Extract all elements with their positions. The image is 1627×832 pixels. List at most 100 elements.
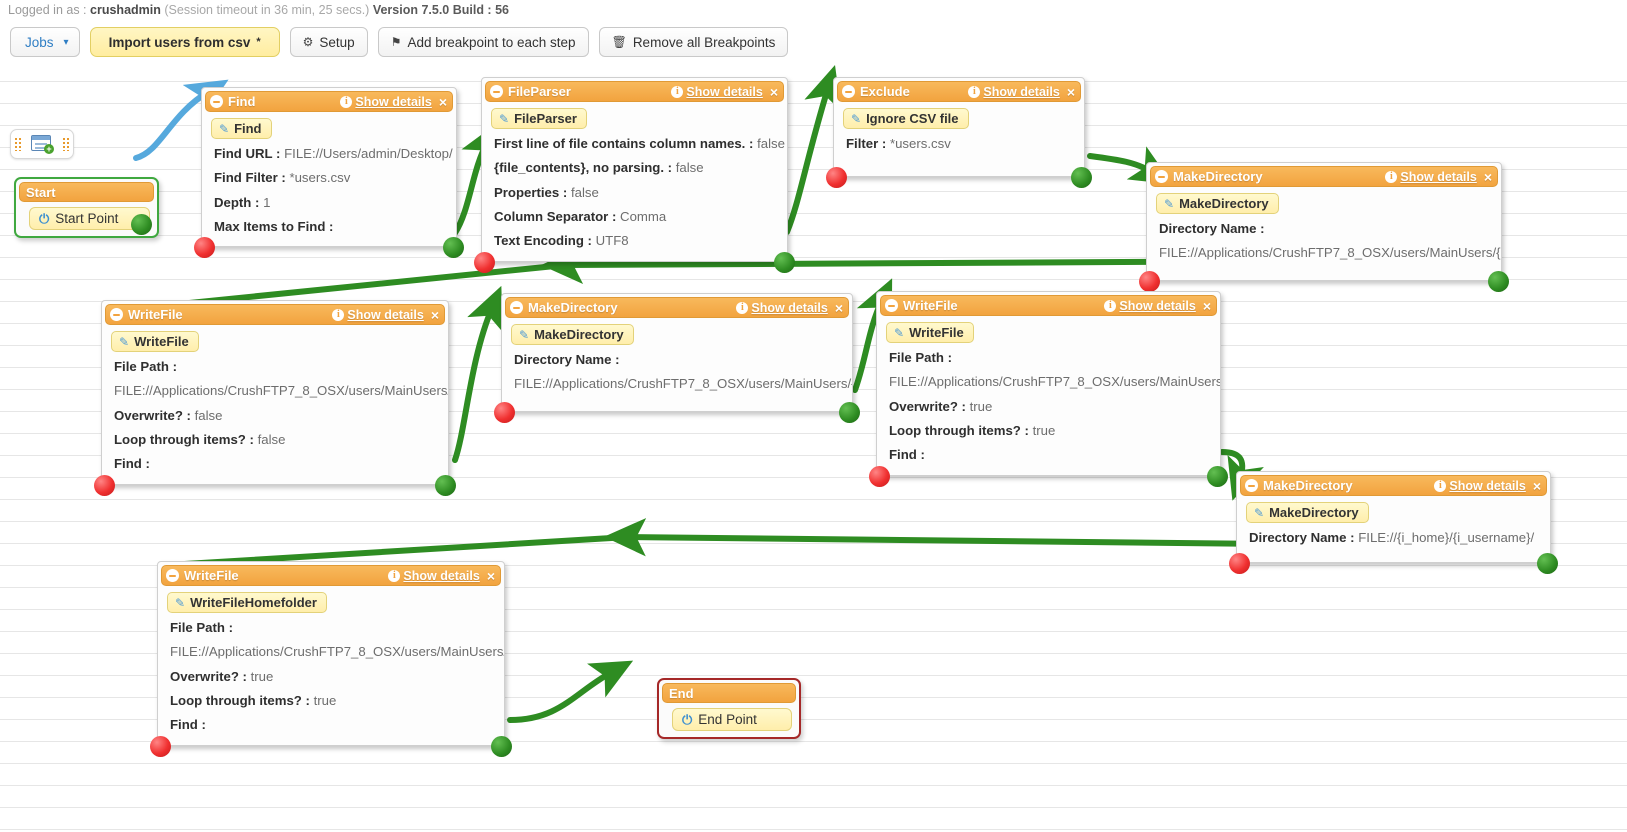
collapse-icon[interactable] <box>166 569 179 582</box>
close-icon[interactable]: × <box>438 95 447 109</box>
node-find-input-connector[interactable] <box>194 237 215 259</box>
node-exclude-header[interactable]: Exclude i Show details × <box>837 81 1081 102</box>
node-fileparser-output-connector[interactable] <box>774 251 795 273</box>
node-writefile-3[interactable]: WriteFile i Show details × ✎ WriteFileHo… <box>150 561 512 757</box>
property-value: true <box>250 668 274 684</box>
node-writefile-1-tag[interactable]: ✎ WriteFile <box>111 331 199 352</box>
node-makedirectory-2-header[interactable]: MakeDirectory i Show details × <box>505 297 849 318</box>
node-writefile-2-header[interactable]: WriteFile i Show details × <box>880 295 1217 316</box>
close-icon[interactable]: × <box>769 85 778 99</box>
node-makedirectory-2-tag[interactable]: ✎ MakeDirectory <box>511 324 634 345</box>
node-exclude[interactable]: Exclude i Show details × ✎ Ignore CSV fi… <box>826 77 1092 189</box>
jobs-menu-button[interactable]: Jobs ▾ <box>10 27 80 57</box>
node-find[interactable]: Find i Show details × ✎ Find Find URL : … <box>194 87 464 259</box>
node-fileparser[interactable]: FileParser i Show details × ✎ FileParser… <box>474 77 795 273</box>
node-makedirectory-3[interactable]: MakeDirectory i Show details × ✎ MakeDir… <box>1229 471 1558 575</box>
close-icon[interactable]: × <box>1483 170 1492 184</box>
collapse-icon[interactable] <box>110 308 123 321</box>
node-writefile-2-tag[interactable]: ✎ WriteFile <box>886 322 974 343</box>
close-icon[interactable]: × <box>1532 479 1541 493</box>
show-details-link[interactable]: i Show details <box>671 85 763 99</box>
node-writefile-1-output-connector[interactable] <box>435 474 456 496</box>
show-details-link[interactable]: i Show details <box>1104 299 1196 313</box>
node-writefile-2-output-connector[interactable] <box>1207 465 1228 487</box>
node-writefile-3-input-connector[interactable] <box>150 735 171 757</box>
show-details-link[interactable]: i Show details <box>388 569 480 583</box>
property-key: Find : <box>114 456 150 472</box>
node-makedirectory-2-output-connector[interactable] <box>839 401 860 423</box>
start-output-connector[interactable] <box>131 214 152 235</box>
node-writefile-3-tag[interactable]: ✎ WriteFileHomefolder <box>167 592 327 613</box>
node-writefile-2-input-connector[interactable] <box>869 465 890 487</box>
property-key: {file_contents}, no parsing. : <box>494 160 673 176</box>
show-details-link[interactable]: i Show details <box>332 308 424 322</box>
current-job-button[interactable]: Import users from csv * <box>89 27 280 57</box>
property-row: First line of file contains column names… <box>482 132 787 156</box>
node-makedirectory-1[interactable]: MakeDirectory i Show details × ✎ MakeDir… <box>1139 162 1509 292</box>
node-makedirectory-2[interactable]: MakeDirectory i Show details × ✎ MakeDir… <box>494 293 860 423</box>
node-makedirectory-3-output-connector[interactable] <box>1537 553 1558 575</box>
collapse-icon[interactable] <box>490 85 503 98</box>
node-fileparser-header[interactable]: FileParser i Show details × <box>485 81 784 102</box>
drag-handle-left[interactable] <box>15 137 21 151</box>
node-makedirectory-1-input-connector[interactable] <box>1139 270 1160 292</box>
node-find-body: ✎ Find Find URL : FILE://Users/admin/Des… <box>202 112 456 246</box>
collapse-icon[interactable] <box>210 95 223 108</box>
close-icon[interactable]: × <box>1066 85 1075 99</box>
node-writefile-3-header[interactable]: WriteFile i Show details × <box>161 565 501 586</box>
start-node[interactable]: Start ⏻ Start Point <box>14 177 159 238</box>
wire-writefile1-to-makedirectory2 <box>452 285 503 463</box>
drag-handle-right[interactable] <box>63 137 69 151</box>
property-value: FILE://Applications/CrushFTP7_8_OSX/user… <box>889 374 1220 390</box>
property-row: FILE://Applications/CrushFTP7_8_OSX/user… <box>158 640 504 664</box>
show-details-link[interactable]: i Show details <box>736 301 828 315</box>
close-icon[interactable]: × <box>1202 299 1211 313</box>
collapse-icon[interactable] <box>1155 170 1168 183</box>
show-details-link[interactable]: i Show details <box>340 95 432 109</box>
job-canvas[interactable]: + Start ⏻ Start Point Find i Show detail… <box>0 60 1627 832</box>
node-makedirectory-3-header[interactable]: MakeDirectory i Show details × <box>1240 475 1547 496</box>
node-exclude-tag[interactable]: ✎ Ignore CSV file <box>843 108 969 129</box>
show-details-link[interactable]: i Show details <box>1434 479 1526 493</box>
node-fileparser-input-connector[interactable] <box>474 251 495 273</box>
node-writefile-3-output-connector[interactable] <box>491 735 512 757</box>
close-icon[interactable]: × <box>430 308 439 322</box>
node-makedirectory-3-input-connector[interactable] <box>1229 553 1250 575</box>
node-writefile-1-header[interactable]: WriteFile i Show details × <box>105 304 445 325</box>
collapse-icon[interactable] <box>885 299 898 312</box>
start-point-label: Start Point <box>55 211 119 226</box>
node-find-output-connector[interactable] <box>443 237 464 259</box>
collapse-icon[interactable] <box>510 301 523 314</box>
setup-button[interactable]: ⚙ Setup <box>289 27 368 57</box>
node-makedirectory-3-tag-label: MakeDirectory <box>1269 505 1359 520</box>
node-makedirectory-2-input-connector[interactable] <box>494 401 515 423</box>
node-writefile-1-input-connector[interactable] <box>94 474 115 496</box>
close-icon[interactable]: × <box>486 569 495 583</box>
show-details-link[interactable]: i Show details <box>968 85 1060 99</box>
add-breakpoint-label: Add breakpoint to each step <box>407 34 576 50</box>
collapse-icon[interactable] <box>842 85 855 98</box>
collapse-icon[interactable] <box>1245 479 1258 492</box>
node-exclude-output-connector[interactable] <box>1071 167 1092 189</box>
end-node[interactable]: End ⏻ End Point <box>657 678 801 739</box>
node-find-header[interactable]: Find i Show details × <box>205 91 453 112</box>
remove-breakpoints-button[interactable]: 🗑 Remove all Breakpoints <box>598 27 789 57</box>
node-writefile-2[interactable]: WriteFile i Show details × ✎ WriteFile F… <box>869 291 1228 487</box>
node-find-tag[interactable]: ✎ Find <box>211 118 272 139</box>
node-makedirectory-1-header[interactable]: MakeDirectory i Show details × <box>1150 166 1498 187</box>
node-exclude-input-connector[interactable] <box>826 167 847 189</box>
step-palette[interactable]: + <box>10 129 74 159</box>
node-makedirectory-1-tag[interactable]: ✎ MakeDirectory <box>1156 193 1279 214</box>
pencil-icon: ✎ <box>894 325 905 340</box>
node-fileparser-tag[interactable]: ✎ FileParser <box>491 108 587 129</box>
node-writefile-1[interactable]: WriteFile i Show details × ✎ WriteFile F… <box>94 300 456 496</box>
add-breakpoint-button[interactable]: ⚑ Add breakpoint to each step <box>377 27 589 57</box>
node-makedirectory-3-tag[interactable]: ✎ MakeDirectory <box>1246 502 1369 523</box>
close-icon[interactable]: × <box>834 301 843 315</box>
end-point-pill[interactable]: ⏻ End Point <box>672 708 792 731</box>
jobs-menu-label: Jobs <box>25 34 54 50</box>
property-value: false <box>570 184 599 200</box>
add-step-icon[interactable]: + <box>31 135 54 154</box>
show-details-link[interactable]: i Show details <box>1385 170 1477 184</box>
node-makedirectory-1-output-connector[interactable] <box>1488 270 1509 292</box>
